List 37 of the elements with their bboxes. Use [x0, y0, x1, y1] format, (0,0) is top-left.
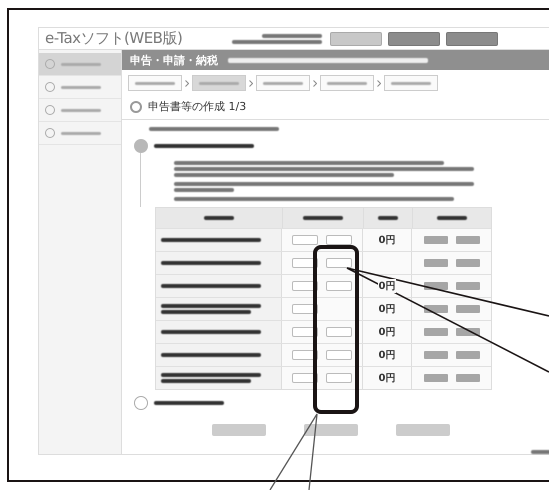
- amount-text: 0円: [378, 325, 396, 339]
- blurred-text-drawing: [204, 216, 234, 220]
- step-number-icon: [134, 396, 148, 410]
- chevron-icon: [185, 80, 189, 86]
- edit-button[interactable]: [326, 350, 352, 360]
- edit-button[interactable]: [326, 281, 352, 291]
- blurred-text-drawing: [378, 216, 398, 220]
- save-button[interactable]: [304, 424, 358, 436]
- amount-text: 0円: [378, 348, 396, 362]
- amount-text: 0円: [378, 371, 396, 385]
- band-title: 申告・申請・納税: [130, 52, 218, 68]
- step-tab[interactable]: [384, 75, 438, 91]
- chevron-icon: [249, 80, 253, 86]
- sidebar-item[interactable]: [39, 53, 121, 76]
- amount-text: 0円: [378, 279, 396, 293]
- app-logo: e-Taxソフト(WEB版): [45, 29, 182, 48]
- step-tab[interactable]: [256, 75, 310, 91]
- edit-button[interactable]: [326, 258, 352, 268]
- input-button[interactable]: [292, 235, 318, 245]
- chevron-icon: [313, 80, 317, 86]
- header-button[interactable]: [330, 32, 382, 46]
- blurred-text-drawing: [303, 216, 343, 220]
- section-title: 申告書等の作成 1/3: [148, 99, 246, 114]
- chevron-icon: [377, 80, 381, 86]
- step-tab[interactable]: [128, 75, 182, 91]
- blurred-text-drawing: [437, 216, 467, 220]
- header-button[interactable]: [446, 32, 498, 46]
- step-tab[interactable]: [192, 75, 246, 91]
- blurred-text-drawing: [154, 401, 224, 405]
- step-tab[interactable]: [320, 75, 374, 91]
- edit-button[interactable]: [326, 373, 352, 383]
- amount-text: 0円: [378, 302, 396, 316]
- header-button[interactable]: [388, 32, 440, 46]
- edit-button[interactable]: [326, 327, 352, 337]
- amount-text: 0円: [378, 233, 396, 247]
- step-number-icon: [134, 139, 148, 153]
- edit-button[interactable]: [326, 235, 352, 245]
